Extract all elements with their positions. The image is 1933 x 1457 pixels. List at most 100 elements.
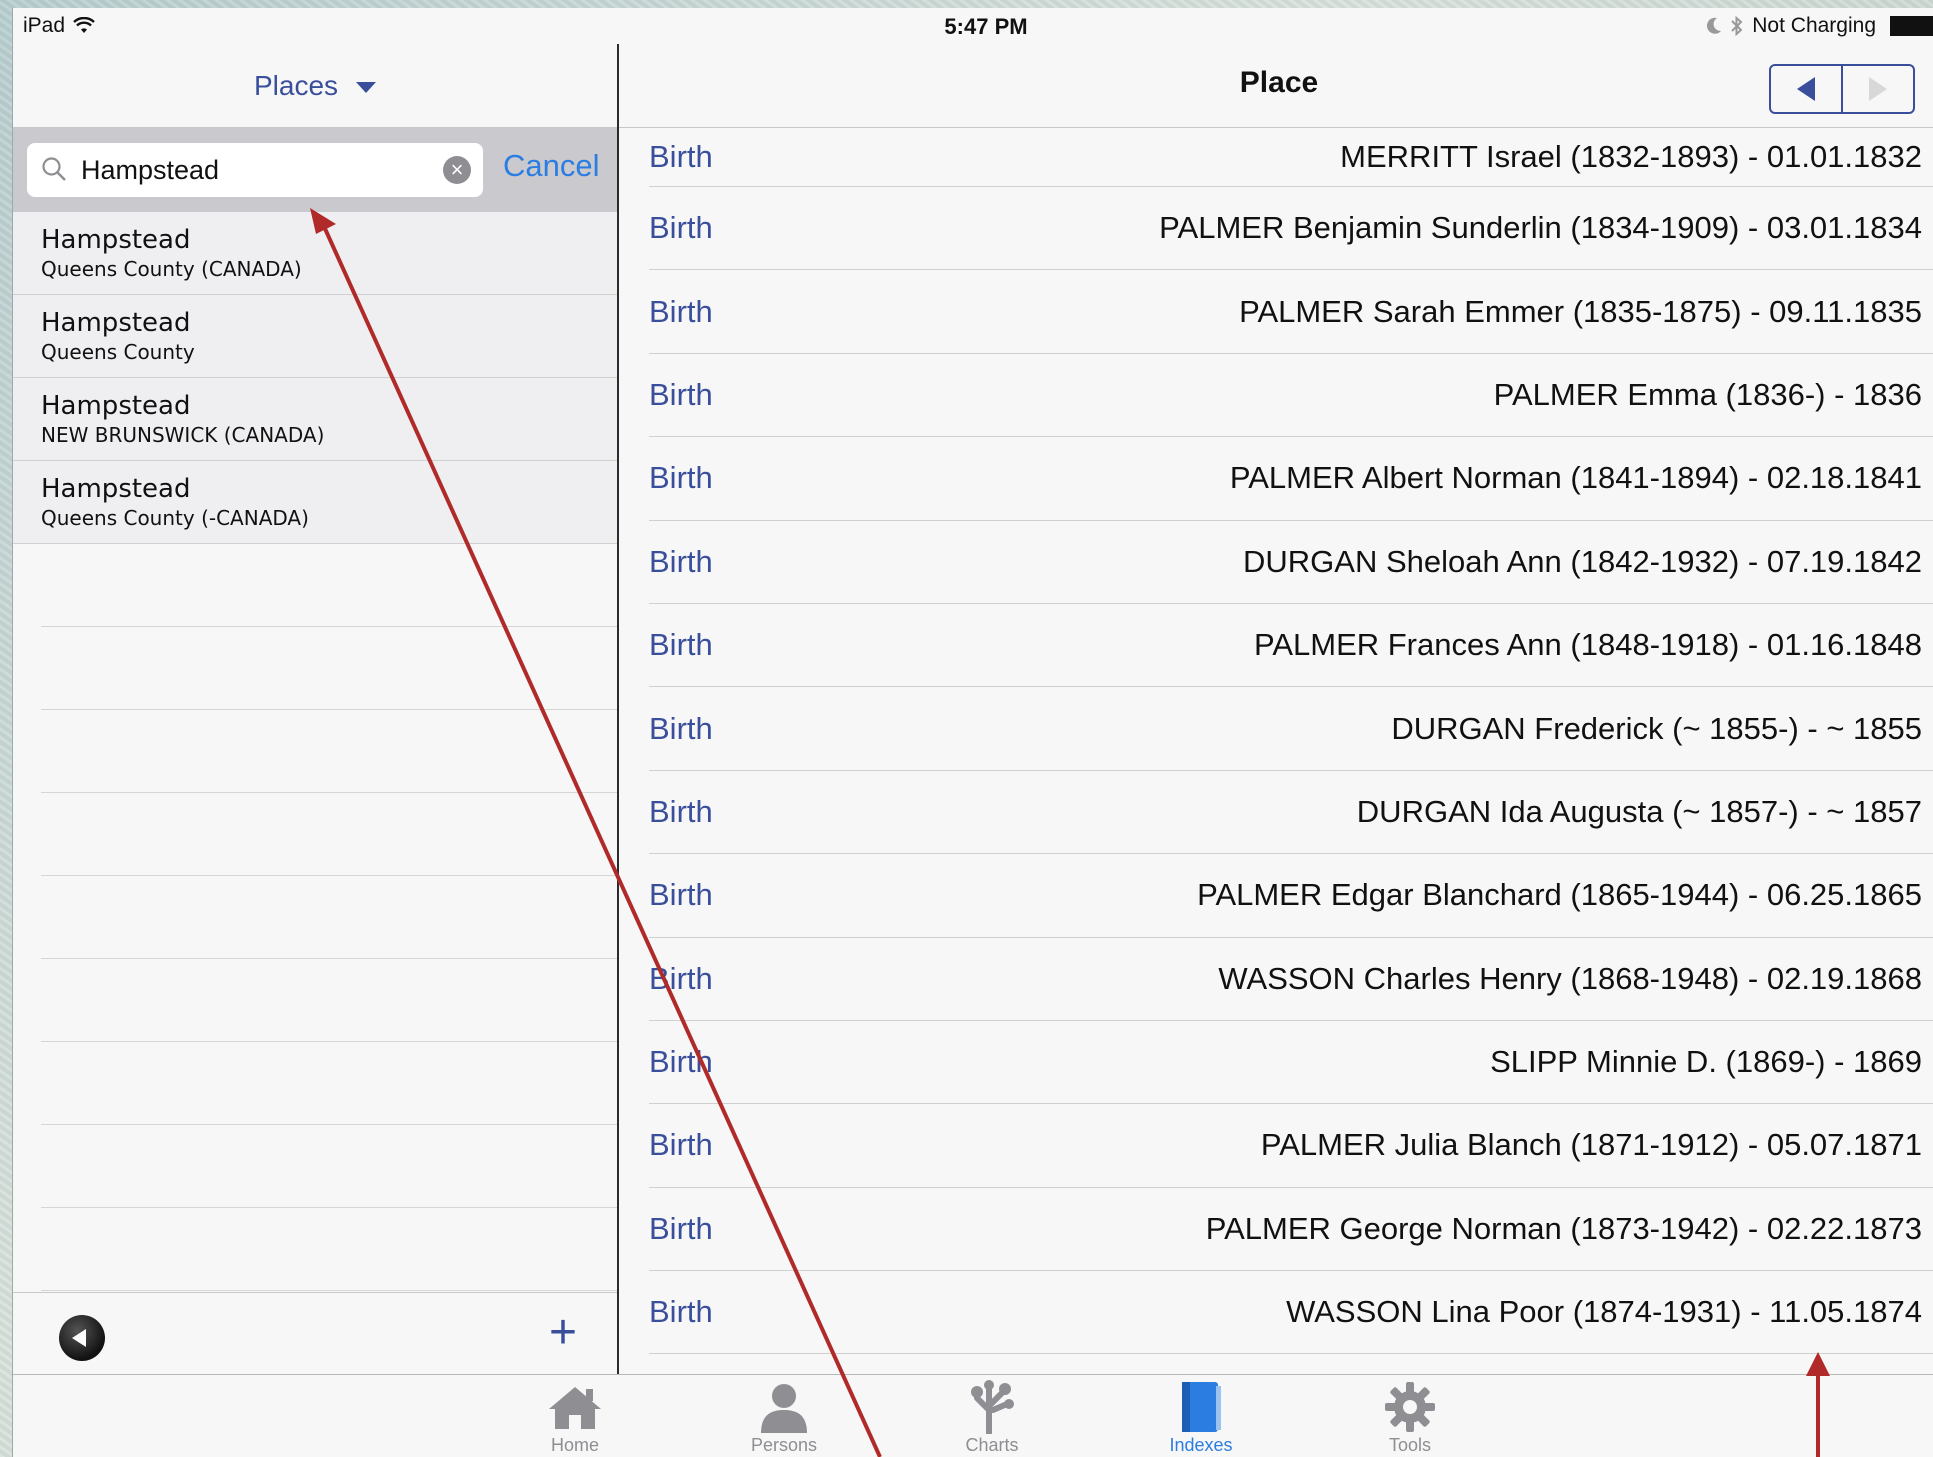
battery-icon bbox=[1890, 16, 1933, 36]
tab-label: Tools bbox=[1388, 1435, 1432, 1455]
back-icon[interactable] bbox=[59, 1315, 105, 1361]
place-name: Hampstead bbox=[41, 391, 191, 421]
search-field[interactable]: × bbox=[27, 143, 483, 197]
event-person: PALMER Frances Ann (1848-1918) - 01.16.1… bbox=[1253, 627, 1922, 663]
detail-header: Place bbox=[619, 44, 1933, 128]
table-row[interactable]: Birth PALMER Albert Norman (1841-1894) - … bbox=[649, 437, 1933, 521]
event-person: PALMER Edgar Blanchard (1865-1944) - 06.… bbox=[1197, 877, 1922, 913]
event-person: PALMER Emma (1836-) - 1836 bbox=[1493, 376, 1922, 412]
table-row[interactable]: Birth DURGAN Sheloah Ann (1842-1932) - 07… bbox=[649, 521, 1933, 604]
table-row[interactable]: Birth PALMER Emma (1836-) - 1836 bbox=[649, 354, 1933, 438]
place-name: Hampstead bbox=[41, 474, 191, 504]
event-person: PALMER George Norman (1873-1942) - 02.22… bbox=[1205, 1210, 1922, 1246]
person-icon bbox=[719, 1381, 849, 1433]
tab-tools[interactable]: Tools bbox=[1345, 1381, 1475, 1456]
tree-icon bbox=[927, 1380, 1057, 1434]
empty-row bbox=[41, 1125, 617, 1208]
battery-status-text: Not Charging bbox=[1752, 14, 1876, 37]
table-row[interactable]: Birth DURGAN Ida Augusta (~ 1857-) - ~ 18… bbox=[649, 771, 1933, 855]
event-type: Birth bbox=[649, 1044, 713, 1080]
event-type: Birth bbox=[649, 376, 713, 412]
arrow-right-icon bbox=[1869, 77, 1887, 101]
tab-label: Home bbox=[550, 1435, 599, 1455]
empty-row bbox=[41, 959, 617, 1042]
event-person: PALMER Benjamin Sunderlin (1834-1909) - … bbox=[1159, 210, 1922, 246]
table-row[interactable]: Birth PALMER Frances Ann (1848-1918) - 01… bbox=[649, 604, 1933, 688]
search-bar: × Cancel bbox=[13, 128, 617, 212]
tab-label: Charts bbox=[965, 1435, 1019, 1455]
add-place-icon[interactable]: + bbox=[549, 1309, 577, 1357]
status-time: 5:47 PM bbox=[944, 14, 1028, 39]
event-type: Birth bbox=[649, 960, 713, 996]
event-person: PALMER Julia Blanch (1871-1912) - 05.07.… bbox=[1260, 1127, 1922, 1163]
event-person: WASSON Charles Henry (1868-1948) - 02.19… bbox=[1218, 960, 1922, 996]
caret-down-icon[interactable] bbox=[356, 82, 377, 93]
event-person: PALMER Albert Norman (1841-1894) - 02.18… bbox=[1229, 460, 1922, 496]
empty-row bbox=[41, 627, 617, 710]
table-row[interactable]: Birth WASSON Lina Poor (1874-1931) - 11.0… bbox=[649, 1271, 1933, 1355]
table-row[interactable]: Birth SLIPP Minnie D. (1869-) - 1869 bbox=[649, 1021, 1933, 1105]
event-person: DURGAN Sheloah Ann (1842-1932) - 07.19.1… bbox=[1243, 543, 1922, 579]
places-header: Places bbox=[13, 44, 617, 128]
event-type: Birth bbox=[649, 877, 713, 913]
next-button[interactable] bbox=[1841, 66, 1913, 112]
empty-row bbox=[41, 544, 617, 627]
list-item[interactable]: Hampstead Queens County bbox=[13, 295, 617, 378]
event-person: DURGAN Ida Augusta (~ 1857-) - ~ 1857 bbox=[1356, 793, 1922, 829]
gear-icon bbox=[1345, 1381, 1475, 1433]
places-dropdown-button[interactable]: Places bbox=[254, 70, 338, 102]
table-row[interactable]: Birth PALMER Benjamin Sunderlin (1834-190… bbox=[649, 187, 1933, 271]
clear-search-icon[interactable]: × bbox=[443, 156, 471, 184]
event-type: Birth bbox=[649, 460, 713, 496]
event-type: Birth bbox=[649, 627, 713, 663]
cancel-button[interactable]: Cancel bbox=[503, 148, 600, 184]
status-right: Not Charging bbox=[1706, 14, 1933, 38]
arrow-left-icon bbox=[1797, 77, 1815, 101]
table-row[interactable]: Birth PALMER Julia Blanch (1871-1912) - 0… bbox=[649, 1104, 1933, 1188]
list-item[interactable]: Hampstead Queens County (CANADA) bbox=[13, 212, 617, 295]
place-region: Queens County (-CANADA) bbox=[41, 506, 309, 530]
tab-charts[interactable]: Charts bbox=[927, 1380, 1057, 1456]
table-row[interactable]: Birth PALMER Sarah Emmer (1835-1875) - 09… bbox=[649, 270, 1933, 354]
empty-row bbox=[41, 876, 617, 959]
event-type: Birth bbox=[649, 293, 713, 329]
event-person: DURGAN Frederick (~ 1855-) - ~ 1855 bbox=[1391, 710, 1922, 746]
ipad-screen: iPad 5:47 PM Not Charging Places Hampste… bbox=[12, 8, 1933, 1457]
status-bar: iPad 5:47 PM Not Charging bbox=[13, 8, 1933, 48]
event-type: Birth bbox=[649, 710, 713, 746]
place-region: NEW BRUNSWICK (CANADA) bbox=[41, 423, 325, 447]
tab-indexes[interactable]: Indexes bbox=[1136, 1381, 1266, 1456]
navigation-segment bbox=[1769, 64, 1915, 114]
event-person: MERRITT Israel (1832-1893) - 01.01.1832 bbox=[1340, 139, 1922, 174]
search-input[interactable] bbox=[81, 151, 421, 189]
list-item[interactable]: Hampstead Queens County (-CANADA) bbox=[13, 461, 617, 544]
event-type: Birth bbox=[649, 793, 713, 829]
search-icon bbox=[41, 156, 67, 187]
table-row[interactable]: Birth PALMER George Norman (1873-1942) - … bbox=[649, 1188, 1933, 1272]
table-row[interactable]: Birth DURGAN Frederick (~ 1855-) - ~ 1855 bbox=[649, 687, 1933, 771]
event-person: SLIPP Minnie D. (1869-) - 1869 bbox=[1490, 1044, 1922, 1080]
event-type: Birth bbox=[649, 1210, 713, 1246]
places-toolbar: + bbox=[13, 1292, 617, 1374]
table-row[interactable]: Birth PALMER Edgar Blanchard (1865-1944) … bbox=[649, 854, 1933, 938]
table-row[interactable]: Birth MERRITT Israel (1832-1893) - 01.01.… bbox=[649, 128, 1933, 187]
empty-row bbox=[41, 793, 617, 876]
previous-button[interactable] bbox=[1771, 66, 1841, 112]
list-item[interactable]: Hampstead NEW BRUNSWICK (CANADA) bbox=[13, 378, 617, 461]
home-icon bbox=[510, 1381, 640, 1433]
book-icon bbox=[1136, 1381, 1266, 1433]
empty-row bbox=[41, 1042, 617, 1125]
table-row[interactable]: Birth WASSON Charles Henry (1868-1948) - … bbox=[649, 938, 1933, 1021]
tab-label: Indexes bbox=[1169, 1435, 1233, 1455]
tab-home[interactable]: Home bbox=[510, 1381, 640, 1456]
moon-icon bbox=[1706, 17, 1722, 35]
event-type: Birth bbox=[649, 1294, 713, 1330]
tab-persons[interactable]: Persons bbox=[719, 1381, 849, 1456]
bluetooth-icon bbox=[1730, 15, 1744, 37]
event-type: Birth bbox=[649, 1127, 713, 1163]
place-name: Hampstead bbox=[41, 225, 191, 255]
place-region: Queens County bbox=[41, 340, 195, 364]
place-results-list: Hampstead Queens County (CANADA) Hampste… bbox=[13, 212, 617, 1291]
place-detail-pane: Place Birth MERRITT Israel (1832-1893) - … bbox=[619, 44, 1933, 1374]
event-type: Birth bbox=[649, 210, 713, 246]
